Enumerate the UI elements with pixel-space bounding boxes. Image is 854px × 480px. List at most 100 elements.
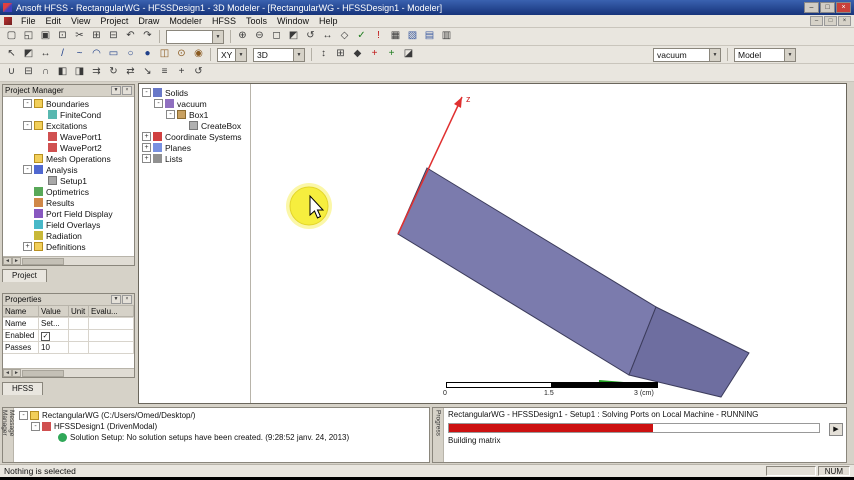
analyze-all-icon[interactable]: ! — [370, 29, 387, 44]
horizontal-scrollbar[interactable]: ◄ ► — [3, 368, 134, 377]
draw-cylinder-icon[interactable]: ⊙ — [173, 47, 190, 62]
msg-item-design[interactable]: - HFSSDesign1 (DrivenModal) — [16, 421, 427, 432]
mt-item-createbox[interactable]: CreateBox — [139, 120, 250, 131]
mt-item-solids[interactable]: - Solids — [139, 87, 250, 98]
orient-view-icon[interactable]: ◇ — [336, 29, 353, 44]
paste-icon[interactable]: ⊟ — [105, 29, 122, 44]
job-monitor-icon[interactable]: ▥ — [438, 29, 455, 44]
split-icon[interactable]: ◧ — [54, 65, 71, 80]
tab-hfss[interactable]: HFSS — [2, 382, 44, 395]
expander-icon[interactable]: - — [23, 99, 32, 108]
menu-tools[interactable]: Tools — [241, 16, 272, 26]
pm-item-analysis[interactable]: - Analysis — [3, 164, 134, 175]
local-cs-icon[interactable]: + — [366, 47, 383, 62]
relative-cs-icon[interactable]: + — [383, 47, 400, 62]
expander-icon[interactable]: - — [31, 422, 40, 431]
3d-viewport[interactable]: z 0 1.5 3 (cm) — [251, 84, 846, 403]
drawing-plane-combo[interactable]: XY ▼ — [217, 47, 247, 62]
dropdown-arrow-icon[interactable]: ▼ — [293, 48, 304, 61]
scroll-right-icon[interactable]: ► — [12, 369, 21, 377]
waveguide-front-face[interactable] — [397, 167, 657, 376]
redo-icon[interactable]: ↷ — [139, 29, 156, 44]
menu-file[interactable]: File — [16, 16, 41, 26]
menu-help[interactable]: Help — [314, 16, 343, 26]
child-window-icon[interactable] — [4, 17, 12, 25]
expand-progress-button[interactable]: ▶ — [829, 423, 843, 436]
pm-item-waveport1[interactable]: WavePort1 — [3, 131, 134, 142]
scroll-right-icon[interactable]: ► — [12, 257, 21, 265]
draw-sphere-icon[interactable]: ◉ — [190, 47, 207, 62]
rotate-icon[interactable]: ↺ — [190, 65, 207, 80]
pm-item-results[interactable]: Results — [3, 197, 134, 208]
section-icon[interactable]: ◨ — [71, 65, 88, 80]
validate-icon[interactable]: ✓ — [353, 29, 370, 44]
boolean-subtract-icon[interactable]: ⊟ — [20, 65, 37, 80]
boolean-unite-icon[interactable]: ∪ — [3, 65, 20, 80]
expander-icon[interactable]: - — [142, 88, 151, 97]
draw-arc-icon[interactable]: ◠ — [88, 47, 105, 62]
pm-item-mesh-operations[interactable]: Mesh Operations — [3, 153, 134, 164]
property-value[interactable]: 10 — [39, 342, 69, 353]
scroll-left-icon[interactable]: ◄ — [3, 257, 12, 265]
menu-project[interactable]: Project — [95, 16, 133, 26]
draw-circle-icon[interactable]: ● — [139, 47, 156, 62]
child-close-button[interactable]: × — [838, 16, 851, 26]
expander-icon[interactable]: + — [142, 143, 151, 152]
menu-modeler[interactable]: Modeler — [164, 16, 207, 26]
pm-item-field-overlays[interactable]: Field Overlays — [3, 219, 134, 230]
draw-line-icon[interactable]: / — [54, 47, 71, 62]
duplicate-mirror-icon[interactable]: ⇄ — [122, 65, 139, 80]
expander-icon[interactable]: + — [23, 242, 32, 251]
tab-project[interactable]: Project — [2, 269, 47, 282]
property-row-passes[interactable]: Passes 10 — [3, 342, 134, 354]
material-combo[interactable]: vacuum ▼ — [653, 47, 721, 62]
expander-icon[interactable]: - — [154, 99, 163, 108]
simulation-combo[interactable]: ▼ — [166, 29, 224, 44]
save-icon[interactable]: ▣ — [37, 29, 54, 44]
message-manager-strip[interactable]: Message Manager — [1, 408, 15, 462]
draw-spline-icon[interactable]: ~ — [71, 47, 88, 62]
pm-item-radiation[interactable]: Radiation — [3, 230, 134, 241]
draw-rectangle-icon[interactable]: ▭ — [105, 47, 122, 62]
property-row-enabled[interactable]: Enabled ✓ — [3, 330, 134, 342]
snap-mode-icon[interactable]: ◆ — [349, 47, 366, 62]
duplicate-around-axis-icon[interactable]: ↻ — [105, 65, 122, 80]
expander-icon[interactable]: - — [23, 121, 32, 130]
minimize-button[interactable]: – — [804, 2, 819, 13]
menu-window[interactable]: Window — [272, 16, 314, 26]
pm-item-setup1[interactable]: Setup1 — [3, 175, 134, 186]
expander-icon[interactable]: + — [142, 154, 151, 163]
scroll-thumb[interactable] — [22, 257, 64, 265]
open-file-icon[interactable]: ◱ — [20, 29, 37, 44]
dropdown-arrow-icon[interactable]: ▼ — [212, 30, 223, 43]
face-cs-icon[interactable]: ◪ — [400, 47, 417, 62]
pm-item-port-field-display[interactable]: Port Field Display — [3, 208, 134, 219]
dropdown-arrow-icon[interactable]: ▼ — [784, 48, 795, 61]
panel-close-icon[interactable]: × — [122, 86, 132, 95]
view-mode-combo[interactable]: 3D ▼ — [253, 47, 305, 62]
expander-icon[interactable]: + — [142, 132, 151, 141]
msg-item-solution-setup[interactable]: Solution Setup: No solution setups have … — [16, 432, 427, 443]
properties-header[interactable]: Properties ▼ × — [3, 294, 134, 306]
menu-edit[interactable]: Edit — [41, 16, 67, 26]
boolean-intersect-icon[interactable]: ∩ — [37, 65, 54, 80]
move-mode-icon[interactable]: ↔ — [37, 47, 54, 62]
matrix-data-icon[interactable]: ▦ — [387, 29, 404, 44]
pm-item-waveport2[interactable]: WavePort2 — [3, 142, 134, 153]
mt-item-coordinate-systems[interactable]: + Coordinate Systems — [139, 131, 250, 142]
msg-item-project[interactable]: - RectangularWG (C:/Users/Omed/Desktop/) — [16, 410, 427, 421]
fit-all-icon[interactable]: ◻ — [268, 29, 285, 44]
mt-item-planes[interactable]: + Planes — [139, 142, 250, 153]
progress-strip[interactable]: Progress — [433, 408, 444, 462]
viewport-canvas[interactable]: z — [251, 84, 845, 403]
zoom-out-icon[interactable]: ⊖ — [251, 29, 268, 44]
align-icon[interactable]: ≡ — [156, 65, 173, 80]
enabled-checkbox[interactable]: ✓ — [41, 332, 50, 341]
dropdown-arrow-icon[interactable]: ▼ — [709, 48, 720, 61]
fit-selection-icon[interactable]: ◩ — [285, 29, 302, 44]
horizontal-scrollbar[interactable]: ◄ ► — [3, 256, 134, 265]
child-minimize-button[interactable]: – — [810, 16, 823, 26]
move-icon[interactable]: + — [173, 65, 190, 80]
draw-ellipse-icon[interactable]: ○ — [122, 47, 139, 62]
mt-item-lists[interactable]: + Lists — [139, 153, 250, 164]
